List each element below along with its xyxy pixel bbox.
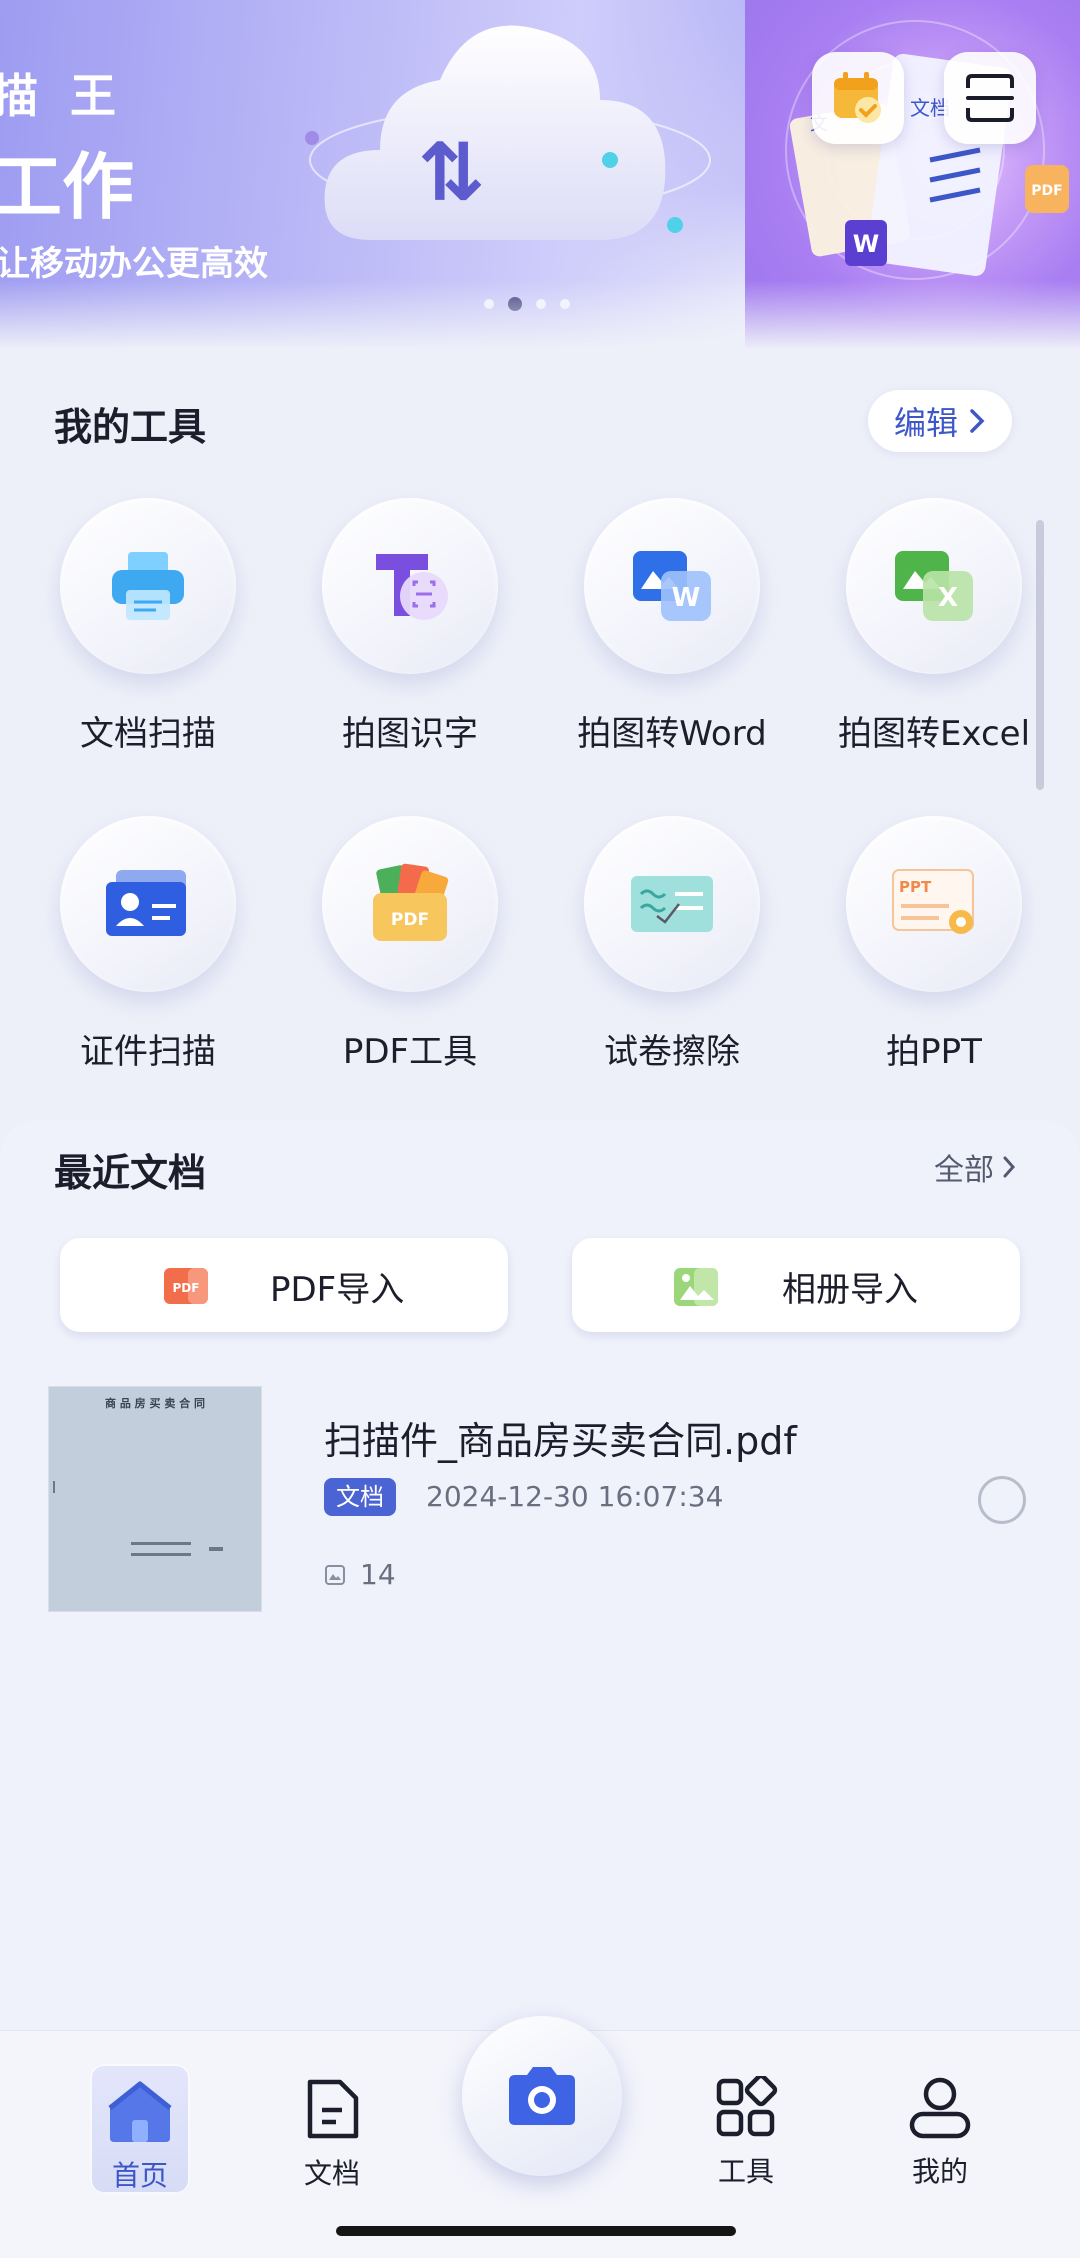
nav-documents-label: 文档 bbox=[303, 2157, 360, 2190]
tool-label: 拍图转Excel bbox=[837, 714, 1031, 754]
camera-capture-button[interactable] bbox=[462, 2016, 622, 2176]
tool-id-scan[interactable]: 证件扫描 bbox=[8, 816, 248, 1116]
thumbnail-text-line bbox=[131, 1542, 191, 1545]
chevron-right-icon bbox=[1003, 1156, 1016, 1178]
recent-section-title: 最近文档 bbox=[54, 1151, 207, 1195]
banner-fade bbox=[0, 280, 1080, 350]
document-name[interactable]: 扫描件_商品房买卖合同.pdf bbox=[324, 1410, 797, 1465]
text-recognize-icon bbox=[376, 554, 448, 620]
svg-text:X: X bbox=[938, 583, 958, 613]
camera-icon bbox=[509, 2067, 575, 2125]
tool-icon-tile bbox=[60, 816, 236, 992]
svg-text:W: W bbox=[672, 583, 701, 613]
tool-photo-to-word[interactable]: W 拍图转Word bbox=[532, 498, 772, 798]
word-icon: W bbox=[633, 551, 711, 621]
thumbnail-text-line bbox=[131, 1553, 191, 1556]
svg-text:W: W bbox=[853, 230, 879, 258]
edit-label: 编辑 bbox=[893, 404, 958, 442]
thumbnail-margin-mark bbox=[53, 1481, 55, 1493]
nav-documents[interactable]: 文档 bbox=[282, 2064, 382, 2192]
tool-pdf-tools[interactable]: PDF PDF工具 bbox=[270, 816, 510, 1116]
scan-menu-icon bbox=[966, 74, 1014, 122]
album-import-label: 相册导入 bbox=[782, 1270, 918, 1310]
tool-icon-tile: W bbox=[584, 498, 760, 674]
document-select-checkbox[interactable] bbox=[978, 1476, 1026, 1524]
tool-icon-tile: X bbox=[846, 498, 1022, 674]
ppt-icon: PPT bbox=[892, 869, 974, 934]
tools-section-title: 我的工具 bbox=[54, 405, 207, 449]
document-type-badge: 文档 bbox=[324, 1478, 396, 1516]
chevron-right-icon bbox=[970, 409, 985, 433]
pdf-file-icon: PDF bbox=[164, 1268, 208, 1304]
tool-paper-erase[interactable]: 试卷擦除 bbox=[532, 816, 772, 1116]
home-icon bbox=[108, 2081, 172, 2142]
nav-home-label: 首页 bbox=[111, 2159, 168, 2192]
promo-banner[interactable]: 描 王 工作 让移动办公更高效 ⇅ W PDF 文档 文 bbox=[0, 0, 1080, 350]
tool-label: 拍图识字 bbox=[342, 714, 478, 754]
printer-icon bbox=[112, 552, 184, 620]
document-date: 2024-12-30 16:07:34 bbox=[426, 1480, 724, 1513]
album-import-button[interactable]: 相册导入 bbox=[572, 1238, 1020, 1332]
svg-text:PDF: PDF bbox=[1031, 183, 1062, 199]
view-all-label: 全部 bbox=[934, 1153, 994, 1188]
tool-icon-tile bbox=[60, 498, 236, 674]
edit-tools-button[interactable]: 编辑 bbox=[868, 390, 1012, 452]
home-indicator[interactable] bbox=[336, 2226, 736, 2236]
document-icon bbox=[307, 2079, 359, 2139]
tool-document-scan[interactable]: 文档扫描 bbox=[8, 498, 248, 798]
tool-icon-tile bbox=[584, 816, 760, 992]
tool-photo-ocr[interactable]: 拍图识字 bbox=[270, 498, 510, 798]
nav-tools[interactable]: 工具 bbox=[696, 2064, 796, 2190]
svg-text:⇅: ⇅ bbox=[418, 126, 485, 219]
paper-erase-icon bbox=[631, 876, 713, 932]
pdf-folder-icon: PDF bbox=[373, 863, 449, 941]
cloud-sync-illustration: ⇅ bbox=[305, 25, 711, 240]
pdf-import-button[interactable]: PDF PDF导入 bbox=[60, 1238, 508, 1332]
page-count-value: 14 bbox=[360, 1558, 396, 1591]
tool-label: 证件扫描 bbox=[80, 1032, 216, 1072]
thumbnail-title: 商 品 房 买 卖 合 同 bbox=[105, 1397, 205, 1410]
calendar-check-button[interactable] bbox=[812, 52, 904, 144]
document-page-count: 14 bbox=[324, 1558, 396, 1591]
apps-grid-icon bbox=[716, 2073, 778, 2137]
nav-tools-label: 工具 bbox=[717, 2155, 774, 2188]
svg-text:PDF: PDF bbox=[173, 1281, 200, 1295]
banner-title-line2: 工作 bbox=[0, 145, 135, 229]
tool-photo-ppt[interactable]: PPT 拍PPT bbox=[794, 816, 1034, 1116]
tool-label: 文档扫描 bbox=[80, 714, 216, 754]
scan-menu-button[interactable] bbox=[944, 52, 1036, 144]
tool-photo-to-excel[interactable]: X 拍图转Excel bbox=[794, 498, 1034, 798]
nav-home[interactable]: 首页 bbox=[90, 2064, 190, 2194]
tool-icon-tile: PPT bbox=[846, 816, 1022, 992]
pdf-import-label: PDF导入 bbox=[270, 1270, 405, 1310]
svg-text:PPT: PPT bbox=[899, 878, 932, 896]
tool-icon-tile: PDF bbox=[322, 816, 498, 992]
svg-text:PDF: PDF bbox=[391, 910, 429, 930]
image-gallery-icon bbox=[674, 1268, 718, 1306]
image-page-icon bbox=[325, 1564, 345, 1585]
user-icon bbox=[909, 2077, 971, 2139]
tool-label: 试卷擦除 bbox=[604, 1032, 740, 1072]
nav-profile[interactable]: 我的 bbox=[890, 2064, 990, 2190]
thumbnail-text-line bbox=[209, 1547, 223, 1551]
id-card-icon bbox=[106, 870, 186, 936]
excel-icon: X bbox=[895, 551, 973, 621]
banner-subtitle: 让移动办公更高效 bbox=[0, 244, 268, 284]
tool-label: PDF工具 bbox=[342, 1032, 478, 1072]
tool-label: 拍图转Word bbox=[577, 714, 767, 754]
view-all-link[interactable]: 全部 bbox=[934, 1145, 1016, 1189]
calendar-check-icon bbox=[834, 72, 881, 123]
document-thumbnail[interactable]: 商 品 房 买 卖 合 同 bbox=[48, 1386, 262, 1612]
tool-label: 拍PPT bbox=[886, 1032, 982, 1072]
nav-profile-label: 我的 bbox=[911, 2155, 968, 2188]
tool-icon-tile bbox=[322, 498, 498, 674]
banner-title-line1: 描 王 bbox=[0, 69, 125, 123]
